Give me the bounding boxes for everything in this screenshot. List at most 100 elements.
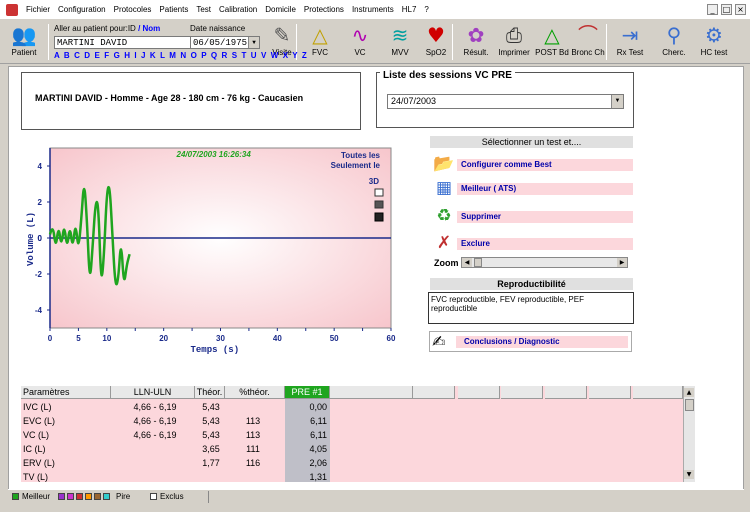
table-cell: 4,66 - 6,19 — [133, 402, 177, 412]
session-select[interactable]: 24/07/2003 ▼ — [387, 94, 624, 109]
toolbar-separator — [452, 24, 453, 60]
menu-item[interactable]: Protections — [300, 5, 348, 14]
menu-item[interactable]: Domicile — [261, 5, 300, 14]
configurer-comme-best-action[interactable]: 📂 Configurer comme Best — [431, 153, 633, 175]
only-option[interactable]: Seulement le — [331, 161, 381, 170]
toolbar-separator — [48, 24, 49, 60]
zoom-scrollbar[interactable]: ◀ ▶ — [461, 257, 628, 268]
table-header[interactable]: LLN-ULN — [111, 386, 195, 399]
y-tick-label: 4 — [38, 162, 43, 171]
printer-icon: ⎙ — [506, 23, 522, 47]
chevron-down-icon[interactable]: ▼ — [611, 95, 623, 108]
scroll-thumb[interactable] — [685, 399, 694, 411]
r-sult--button[interactable]: ✿ Résult. — [456, 22, 496, 62]
table-header[interactable]: Théor. — [195, 386, 225, 399]
table-scrollbar[interactable]: ▲ ▼ — [683, 386, 695, 482]
legend-best-swatch — [12, 493, 19, 500]
table-cell: 1,31 — [309, 472, 327, 482]
rx-test-button[interactable]: ⇥ Rx Test — [610, 22, 650, 62]
reproducibility-text: FVC reproductible, FEV reproductible, PE… — [428, 292, 634, 324]
alphabet-index[interactable]: A B C D E F G H I J K L M N O P Q R S T … — [54, 51, 308, 60]
birth-date-select[interactable]: 06/05/1975 ▼ — [190, 36, 260, 49]
spo2-button[interactable]: ♥ SpO2 — [416, 22, 456, 62]
x-tick-label: 60 — [387, 334, 396, 343]
table-cell: 0,00 — [309, 402, 327, 412]
table-cell: 1,77 — [202, 458, 220, 468]
table-cell: 113 — [245, 416, 261, 426]
vc-button[interactable]: ∿ VC — [340, 22, 380, 62]
patient-search-label: Aller au patient pour:ID / Nom — [54, 24, 161, 33]
table-cell: TV (L) — [23, 472, 49, 482]
legend-excluded-swatch — [150, 493, 157, 500]
menu-item[interactable]: Instruments — [348, 5, 398, 14]
legend-best-label: Meilleur — [22, 492, 51, 501]
mvv-button[interactable]: ≋ MVV — [380, 22, 420, 62]
table-cell: 2,06 — [309, 458, 327, 468]
save-icon[interactable] — [374, 212, 384, 222]
menu-item[interactable]: Calibration — [215, 5, 261, 14]
table-cell: 111 — [246, 444, 260, 454]
3d-option[interactable]: 3D — [369, 177, 379, 186]
conclusions-button[interactable]: ✍ Conclusions / Diagnostic — [429, 331, 632, 352]
menu-item[interactable]: Patients — [155, 5, 192, 14]
toolbar-separator — [606, 24, 607, 60]
imprimer-button[interactable]: ⎙ Imprimer — [494, 22, 534, 62]
table-header-empty — [501, 386, 543, 399]
menu-item[interactable]: ? — [420, 5, 432, 14]
bronc-ch-button[interactable]: ⌒ Bronc Ch — [568, 22, 608, 62]
menu-item[interactable]: Configuration — [54, 5, 110, 14]
table-cell: 5,43 — [202, 430, 220, 440]
close-icon[interactable]: × — [735, 4, 746, 15]
table-header[interactable]: Paramètres — [21, 386, 111, 399]
scroll-right-icon[interactable]: ▶ — [617, 258, 627, 267]
minimize-icon[interactable]: _ — [707, 4, 718, 15]
table-header[interactable]: PRE #1 — [285, 386, 330, 399]
menu-item[interactable]: HL7 — [398, 5, 421, 14]
chart-svg: 420-2-400 5 10 20 30 40 50 60Temps (s)Volume (L… — [26, 147, 396, 355]
vc-icon: ∿ — [351, 23, 369, 47]
table-cell: 6,11 — [310, 416, 327, 426]
y-tick-label: 2 — [38, 198, 43, 207]
maximize-icon[interactable]: □ — [721, 4, 732, 15]
sessions-title: Liste des sessions VC PRE — [380, 70, 515, 81]
printer-icon[interactable] — [374, 200, 384, 209]
scroll-up-icon[interactable]: ▲ — [684, 388, 694, 397]
table-cell: 3,65 — [202, 444, 220, 454]
supprimer-action[interactable]: ♻ Supprimer — [431, 205, 633, 227]
menu-item[interactable]: Fichier — [22, 5, 54, 14]
x-tick-label: 5 — [76, 334, 81, 343]
post-bd-icon: △ — [544, 23, 560, 47]
cherc--button[interactable]: ⚲ Cherc. — [654, 22, 694, 62]
menu-item[interactable]: Protocoles — [110, 5, 156, 14]
hc-test-icon: ⚙ — [705, 23, 723, 47]
x-tick-label: 50 — [330, 334, 339, 343]
table-cell: 4,66 - 6,19 — [133, 416, 177, 426]
hc-test-button[interactable]: ⚙ HC test — [694, 22, 734, 62]
scroll-left-icon[interactable]: ◀ — [462, 258, 472, 267]
status-separator — [208, 491, 209, 503]
patients-icon: 👥 — [11, 23, 37, 47]
table-cell: 4,66 - 6,19 — [133, 430, 177, 440]
birth-date-label: Date naissance — [190, 24, 246, 33]
post-bd-button[interactable]: △ POST Bd — [532, 22, 572, 62]
table-header-empty — [330, 386, 372, 399]
menu-item[interactable]: Test — [192, 5, 215, 14]
x-tick-label: 10 — [102, 334, 111, 343]
table-cell — [197, 470, 225, 484]
table-cell — [229, 470, 277, 484]
scroll-down-icon[interactable]: ▼ — [684, 470, 694, 479]
patient-button[interactable]: 👥 Patient — [4, 22, 44, 62]
table-header[interactable]: %théor. — [225, 386, 285, 399]
copy-icon[interactable] — [374, 188, 384, 197]
zoom-thumb[interactable] — [474, 258, 482, 267]
visit-icon: ✎ — [273, 23, 291, 47]
recycle-bin-icon: ♻ — [436, 206, 452, 226]
exclure-action[interactable]: ✗ Exclure — [431, 232, 633, 254]
meilleur-ats-action[interactable]: ▦ Meilleur ( ATS) — [431, 177, 633, 199]
chevron-down-icon[interactable]: ▼ — [248, 37, 259, 48]
patient-info-text: MARTINI DAVID - Homme - Age 28 - 180 cm … — [35, 93, 304, 103]
legend-swatch — [85, 493, 92, 500]
patient-name-input[interactable]: MARTINI DAVID — [54, 36, 192, 49]
all-sessions-option[interactable]: Toutes les — [341, 151, 381, 160]
table-cell: 5,43 — [202, 416, 220, 426]
